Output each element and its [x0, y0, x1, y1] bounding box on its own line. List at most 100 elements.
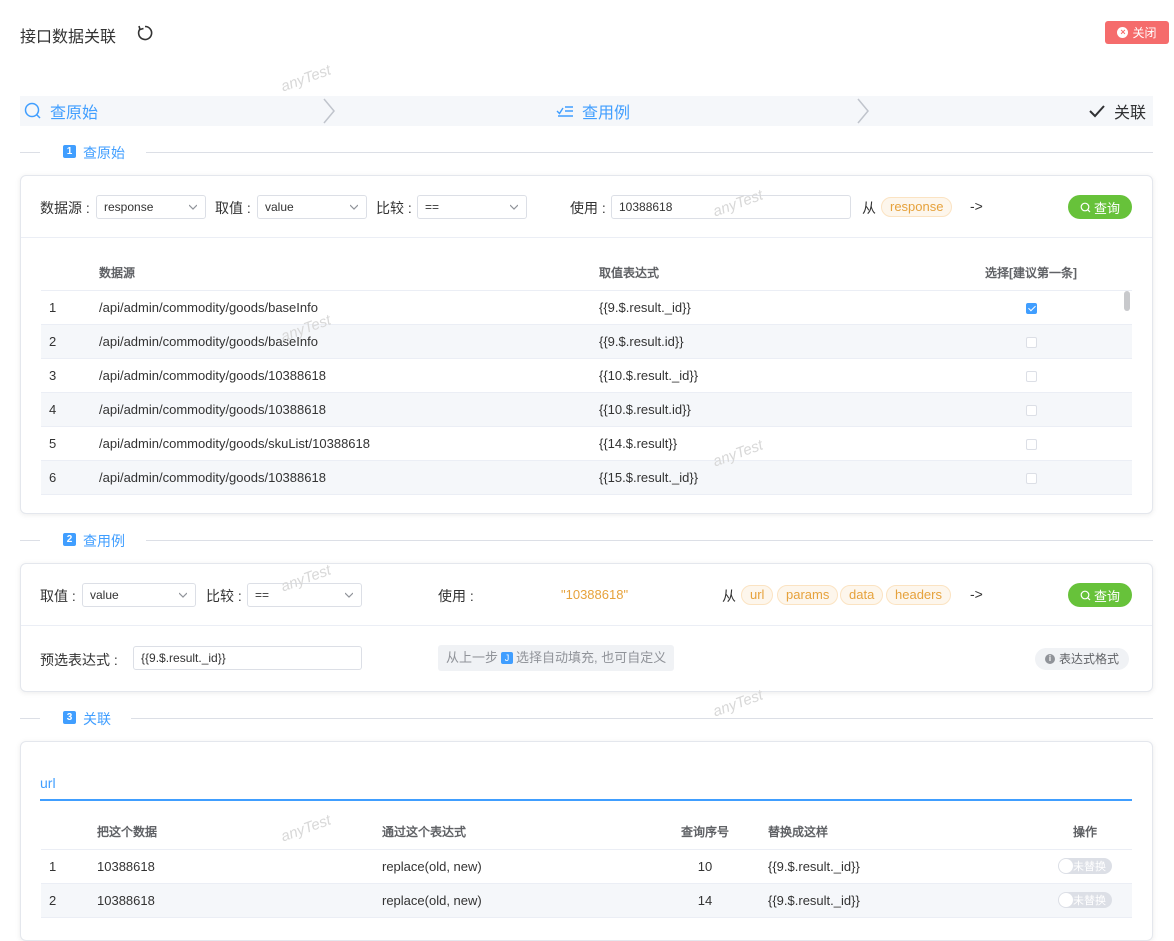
compare-select[interactable]: == — [417, 195, 527, 219]
scrollbar[interactable] — [1124, 291, 1130, 311]
use-label: 使用 : — [570, 200, 606, 216]
value-select-value: value — [265, 200, 294, 214]
hint-prefix: 从上一步 — [446, 650, 499, 665]
search-icon — [1080, 590, 1091, 600]
step-query-original[interactable]: 查原始 — [24, 96, 98, 126]
replace-toggle[interactable]: 未替换 — [1058, 858, 1112, 874]
tab-active-indicator — [40, 799, 1132, 801]
refresh-icon[interactable] — [136, 24, 154, 42]
query-original-card: 数据源 : response 取值 : value 比较 : == 使用 : 1… — [20, 175, 1153, 514]
row-expr: replace(old, new) — [382, 883, 642, 918]
query-button[interactable]: 查询 — [1068, 195, 1132, 219]
column-header-index — [41, 256, 99, 291]
row-source: /api/admin/commodity/goods/10388618 — [99, 460, 599, 495]
chevron-down-icon — [179, 592, 187, 598]
search-icon — [24, 102, 41, 119]
row-expr: {{10.$.result.id}} — [599, 392, 944, 427]
expression-format-label: 表达式格式 — [1059, 652, 1120, 666]
value-select[interactable]: value — [82, 583, 196, 607]
step-query-case[interactable]: 查用例 — [556, 96, 630, 126]
column-header-seq: 查询序号 — [642, 815, 768, 850]
step-label: 查用例 — [582, 105, 631, 122]
use-label: 使用 : — [438, 588, 474, 604]
column-header-op: 操作 — [1038, 815, 1132, 850]
from-label: 从 — [862, 200, 876, 216]
row-seq: 10 — [642, 849, 768, 884]
row-source: /api/admin/commodity/goods/baseInfo — [99, 324, 599, 359]
compare-select[interactable]: == — [247, 583, 362, 607]
replace-toggle[interactable]: 未替换 — [1058, 892, 1112, 908]
list-check-icon — [556, 106, 573, 117]
source-tag[interactable]: response — [881, 197, 953, 217]
use-input[interactable]: 10388618 — [611, 195, 851, 219]
table-row[interactable]: 2/api/admin/commodity/goods/baseInfo {{9.… — [41, 324, 1132, 359]
source-table: 数据源 取值表达式 选择[建议第一条] 1/api/admin/commodit… — [41, 256, 1132, 495]
table-row: 1 10388618 replace(old, new) 10 {{9.$.result… — [41, 849, 1132, 884]
column-header-select: 选择[建议第一条] — [944, 256, 1132, 291]
row-select-checkbox[interactable] — [1026, 404, 1037, 416]
table-row[interactable]: 1/api/admin/commodity/goods/baseInfo {{9.… — [41, 290, 1132, 325]
tag-headers[interactable]: headers — [886, 585, 951, 605]
chevron-down-icon — [189, 204, 197, 210]
row-replace: {{9.$.result._id}} — [768, 883, 1038, 918]
hint-suffix: 选择自动填充, 也可自定义 — [516, 650, 667, 665]
tag-url[interactable]: url — [741, 585, 774, 605]
page-title: 接口数据关联 — [20, 29, 117, 46]
section-number: 3 — [63, 711, 76, 724]
row-select-checkbox[interactable] — [1026, 438, 1037, 450]
tag-data[interactable]: data — [840, 585, 884, 605]
row-index: 1 — [41, 290, 99, 325]
table-row[interactable]: 5/api/admin/commodity/goods/skuList/1038… — [41, 426, 1132, 461]
table-row[interactable]: 6/api/admin/commodity/goods/10388618 {{15… — [41, 460, 1132, 495]
column-header-expr: 通过这个表达式 — [382, 815, 642, 850]
associate-card: url 把这个数据 通过这个表达式 查询序号 替换成这样 操作 1 1038861… — [20, 741, 1153, 941]
row-select-checkbox[interactable] — [1026, 370, 1037, 382]
tab-url[interactable]: url — [40, 775, 56, 791]
row-index: 1 — [41, 849, 97, 884]
chevron-right-icon — [857, 98, 869, 124]
from-label: 从 — [722, 588, 736, 604]
expression-format-button[interactable]: i 表达式格式 — [1035, 648, 1130, 670]
step-label: 查原始 — [50, 105, 99, 122]
source-label: 数据源 : — [40, 200, 90, 216]
value-select-value: value — [90, 588, 119, 602]
row-index: 3 — [41, 358, 99, 393]
info-icon: i — [1045, 654, 1055, 664]
row-data: 10388618 — [97, 849, 382, 884]
section-2-header: 2 查用例 — [20, 533, 1153, 549]
compare-label: 比较 : — [376, 200, 412, 216]
row-select-checkbox[interactable] — [1026, 336, 1037, 348]
row-select-checkbox[interactable] — [1026, 302, 1037, 314]
table-row: 2 10388618 replace(old, new) 14 {{9.$.result… — [41, 883, 1132, 918]
source-select[interactable]: response — [96, 195, 206, 219]
value-label: 取值 : — [215, 200, 251, 216]
table-row[interactable]: 4/api/admin/commodity/goods/10388618 {{10… — [41, 392, 1132, 427]
row-data: 10388618 — [97, 883, 382, 918]
value-select[interactable]: value — [257, 195, 367, 219]
row-expr: replace(old, new) — [382, 849, 642, 884]
row-seq: 14 — [642, 883, 768, 918]
row-expr: {{15.$.result._id}} — [599, 460, 944, 495]
tag-params[interactable]: params — [777, 585, 839, 605]
top-bar: 接口数据关联 × 关闭 — [0, 0, 1174, 66]
step-associate[interactable]: 关联 — [1088, 96, 1146, 126]
column-header-source: 数据源 — [99, 256, 599, 291]
chevron-right-icon — [323, 98, 335, 124]
column-header-data: 把这个数据 — [97, 815, 382, 850]
steps-bar: 查原始 查用例 关联 — [20, 96, 1153, 126]
row-replace: {{9.$.result._id}} — [768, 849, 1038, 884]
section-number: 1 — [63, 145, 76, 158]
section-3-header: 3 关联 — [20, 711, 1153, 727]
table-row[interactable]: 3/api/admin/commodity/goods/10388618 {{10… — [41, 358, 1132, 393]
arrow-text: -> — [970, 198, 983, 214]
column-header-replace: 替换成这样 — [768, 815, 1038, 850]
close-button[interactable]: × 关闭 — [1105, 21, 1169, 44]
row-expr: {{9.$.result.id}} — [599, 324, 944, 359]
section-title: 关联 — [83, 711, 111, 727]
query-button[interactable]: 查询 — [1068, 583, 1132, 607]
expr-input[interactable]: {{9.$.result._id}} — [133, 646, 362, 670]
table-header-row: 把这个数据 通过这个表达式 查询序号 替换成这样 操作 — [41, 815, 1132, 850]
row-select-checkbox[interactable] — [1026, 472, 1037, 484]
chevron-down-icon — [350, 204, 358, 210]
row-source: /api/admin/commodity/goods/10388618 — [99, 358, 599, 393]
